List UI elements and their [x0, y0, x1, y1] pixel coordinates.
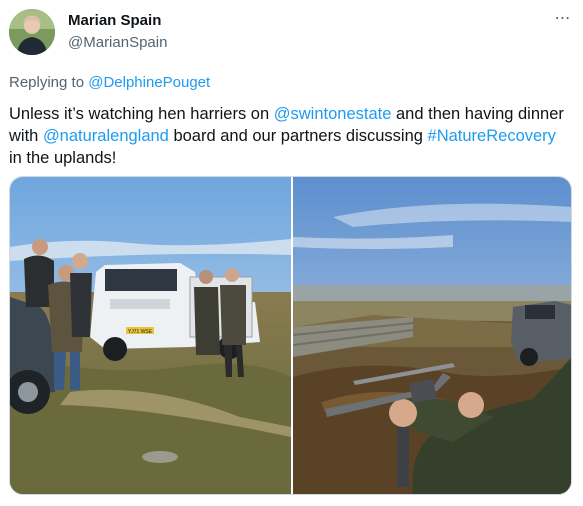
photo-hand-with-device[interactable] [293, 177, 571, 494]
avatar[interactable] [9, 9, 55, 55]
media-grid: YJ71 WSE [9, 176, 572, 495]
mention-link-naturalengland[interactable]: @naturalengland [43, 127, 169, 145]
replying-label: Replying to [9, 74, 85, 91]
tweet-text: Unless it’s watching hen harriers on @sw… [9, 103, 569, 169]
tweet-text-part: Unless it’s watching hen harriers on [9, 105, 274, 123]
reply-mention-link[interactable]: @DelphinePouget [88, 74, 210, 91]
tweet-text-part: board and our partners discussing [168, 127, 428, 145]
author-handle[interactable]: @MarianSpain [68, 34, 167, 51]
tweet[interactable]: Marian Spain @MarianSpain ⋯ Replying to … [0, 0, 583, 506]
mention-link-swintonestate[interactable]: @swintonestate [274, 105, 392, 123]
photo-people-by-pickup[interactable]: YJ71 WSE [10, 177, 291, 494]
author-name[interactable]: Marian Spain [68, 12, 161, 29]
tweet-text-part: in the uplands! [9, 149, 117, 167]
hashtag-link[interactable]: #NatureRecovery [428, 127, 556, 145]
license-plate: YJ71 WSE [128, 329, 153, 335]
replying-to: Replying to @DelphinePouget [9, 74, 210, 91]
more-options-icon[interactable]: ⋯ [552, 8, 574, 30]
